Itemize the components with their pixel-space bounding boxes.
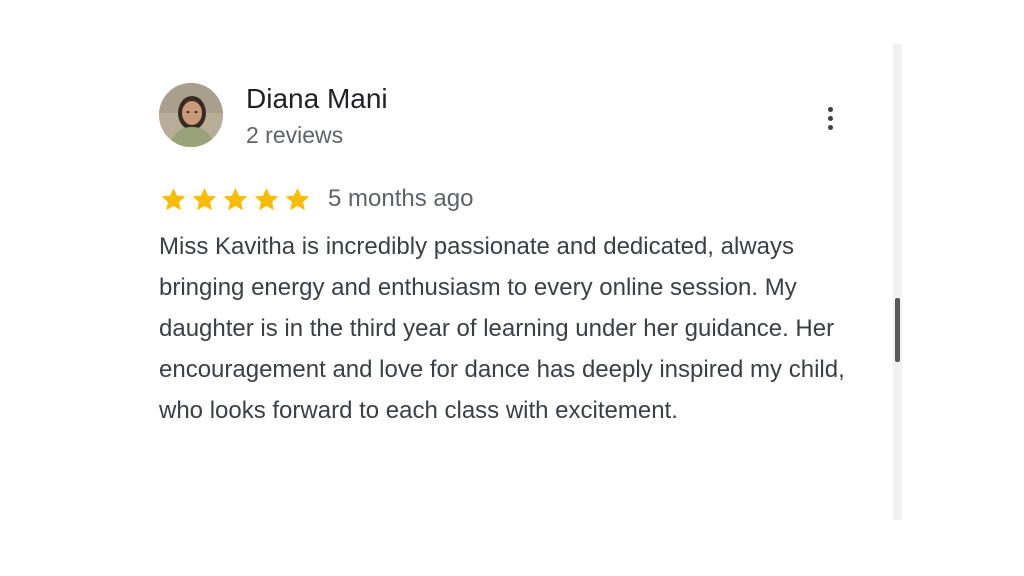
scrollbar-track[interactable] (893, 44, 902, 520)
review-date: 5 months ago (328, 185, 474, 212)
rating-row: 5 months ago (159, 182, 473, 216)
star-icon (161, 187, 186, 210)
more-vert-icon-dot (828, 125, 833, 130)
more-vert-icon (828, 107, 833, 112)
more-vert-icon-dot (828, 116, 833, 121)
star-icon (285, 187, 310, 210)
more-options-button[interactable] (818, 102, 842, 136)
avatar-photo-icon (159, 83, 223, 147)
review-count[interactable]: 2 reviews (246, 120, 343, 150)
star-icon (254, 187, 279, 210)
review-text: Miss Kavitha is incredibly passionate an… (159, 233, 845, 424)
star-icon (223, 187, 248, 210)
reviewer-avatar[interactable] (159, 83, 223, 147)
star-rating (159, 185, 312, 214)
scrollbar-thumb[interactable] (895, 298, 900, 362)
star-icon (192, 187, 217, 210)
reviewer-name[interactable]: Diana Mani (246, 82, 388, 116)
review-card: Diana Mani 2 reviews 5 months ago Miss K… (0, 0, 1024, 576)
